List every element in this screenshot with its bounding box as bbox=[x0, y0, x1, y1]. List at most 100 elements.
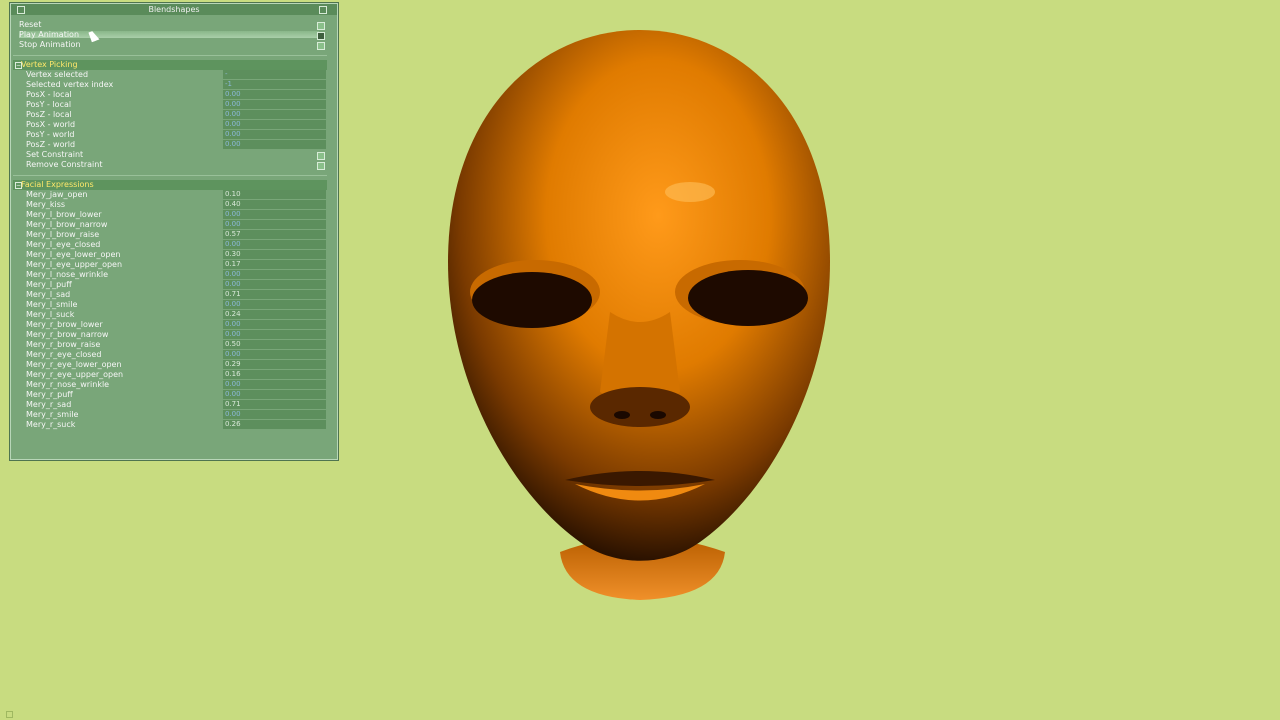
vp-value-field[interactable]: 0.00 bbox=[223, 130, 326, 139]
expression-value-field[interactable]: 0.00 bbox=[223, 240, 326, 249]
vp-value-field[interactable]: -1 bbox=[223, 80, 326, 89]
reset-button-icon[interactable] bbox=[317, 22, 325, 30]
panel-title: Blendshapes bbox=[148, 5, 200, 14]
expression-label: Mery_kiss bbox=[26, 200, 66, 209]
expression-value-field[interactable]: 0.26 bbox=[223, 420, 326, 429]
expression-label: Mery_l_puff bbox=[26, 280, 72, 289]
right-eye bbox=[688, 270, 808, 326]
expression-row: Mery_kiss 0.40 bbox=[11, 200, 327, 210]
panel-titlebar[interactable]: Blendshapes bbox=[11, 4, 337, 15]
vp-row: PosX - world 0.00 bbox=[11, 120, 327, 130]
expression-row: Mery_jaw_open 0.10 bbox=[11, 190, 327, 200]
resize-handle-icon[interactable] bbox=[6, 711, 13, 718]
expression-value-field[interactable]: 0.00 bbox=[223, 380, 326, 389]
expression-row: Mery_r_smile 0.00 bbox=[11, 410, 327, 420]
expression-value-field[interactable]: 0.00 bbox=[223, 320, 326, 329]
remove-constraint-icon[interactable] bbox=[317, 162, 325, 170]
3d-head-viewport[interactable] bbox=[440, 22, 840, 602]
stop-animation-button[interactable]: Stop Animation bbox=[11, 40, 327, 50]
expression-label: Mery_l_eye_upper_open bbox=[26, 260, 123, 269]
expression-value-field[interactable]: 0.24 bbox=[223, 310, 326, 319]
expression-label: Mery_r_puff bbox=[26, 390, 73, 399]
vp-label: PosY - local bbox=[26, 100, 72, 109]
expression-value-field[interactable]: 0.29 bbox=[223, 360, 326, 369]
expression-row: Mery_r_eye_closed 0.00 bbox=[11, 350, 327, 360]
expression-value-field[interactable]: 0.10 bbox=[223, 190, 326, 199]
play-animation-button-icon[interactable] bbox=[317, 32, 325, 40]
expression-value-field[interactable]: 0.71 bbox=[223, 290, 326, 299]
expression-label: Mery_l_nose_wrinkle bbox=[26, 270, 109, 279]
expression-label: Mery_r_eye_closed bbox=[26, 350, 102, 359]
vp-value-field[interactable]: 0.00 bbox=[223, 120, 326, 129]
expression-value-field[interactable]: 0.57 bbox=[223, 230, 326, 239]
expression-row: Mery_l_brow_raise 0.57 bbox=[11, 230, 327, 240]
set-constraint-icon[interactable] bbox=[317, 152, 325, 160]
stop-animation-button-icon[interactable] bbox=[317, 42, 325, 50]
expression-label: Mery_l_brow_narrow bbox=[26, 220, 108, 229]
remove-constraint-button[interactable]: Remove Constraint bbox=[11, 160, 327, 170]
expression-value-field[interactable]: 0.40 bbox=[223, 200, 326, 209]
vertex-picking-section[interactable]: − Vertex Picking bbox=[13, 60, 327, 70]
expression-row: Mery_r_sad 0.71 bbox=[11, 400, 327, 410]
panel-menu-icon[interactable] bbox=[17, 6, 25, 14]
expression-label: Mery_l_brow_lower bbox=[26, 210, 102, 219]
expression-row: Mery_r_suck 0.26 bbox=[11, 420, 327, 430]
vp-label: Vertex selected bbox=[26, 70, 89, 79]
expression-value-field[interactable]: 0.71 bbox=[223, 400, 326, 409]
panel-minimize-icon[interactable] bbox=[319, 6, 327, 14]
vp-row: PosY - local 0.00 bbox=[11, 100, 327, 110]
expression-label: Mery_r_smile bbox=[26, 410, 79, 419]
expression-label: Mery_l_brow_raise bbox=[26, 230, 100, 239]
expression-value-field[interactable]: 0.00 bbox=[223, 300, 326, 309]
expression-value-field[interactable]: 0.00 bbox=[223, 390, 326, 399]
vp-value-field[interactable]: 0.00 bbox=[223, 100, 326, 109]
expression-value-field[interactable]: 0.30 bbox=[223, 250, 326, 259]
expression-row: Mery_l_puff 0.00 bbox=[11, 280, 327, 290]
expression-value-field[interactable]: 0.00 bbox=[223, 330, 326, 339]
expression-row: Mery_l_eye_upper_open 0.17 bbox=[11, 260, 327, 270]
facial-expressions-section[interactable]: − Facial Expressions bbox=[13, 180, 327, 190]
expression-label: Mery_l_eye_lower_open bbox=[26, 250, 121, 259]
expression-label: Mery_l_sad bbox=[26, 290, 71, 299]
reset-button[interactable]: Reset bbox=[11, 20, 327, 30]
expression-row: Mery_r_brow_raise 0.50 bbox=[11, 340, 327, 350]
expression-value-field[interactable]: 0.00 bbox=[223, 350, 326, 359]
expression-row: Mery_r_eye_lower_open 0.29 bbox=[11, 360, 327, 370]
expression-value-field[interactable]: 0.00 bbox=[223, 220, 326, 229]
vp-row: PosZ - world 0.00 bbox=[11, 140, 327, 150]
expression-label: Mery_r_eye_lower_open bbox=[26, 360, 122, 369]
expression-value-field[interactable]: 0.17 bbox=[223, 260, 326, 269]
set-constraint-button[interactable]: Set Constraint bbox=[11, 150, 327, 160]
expression-value-field[interactable]: 0.50 bbox=[223, 340, 326, 349]
vp-value-field[interactable]: - bbox=[223, 70, 326, 79]
vp-value-field[interactable]: 0.00 bbox=[223, 140, 326, 149]
vp-row: PosX - local 0.00 bbox=[11, 90, 327, 100]
vp-value-field[interactable]: 0.00 bbox=[223, 110, 326, 119]
vp-row: PosY - world 0.00 bbox=[11, 130, 327, 140]
expression-label: Mery_jaw_open bbox=[26, 190, 88, 199]
vp-row: PosZ - local 0.00 bbox=[11, 110, 327, 120]
vp-label: PosZ - local bbox=[26, 110, 72, 119]
vp-label: PosX - local bbox=[26, 90, 72, 99]
expression-row: Mery_l_eye_closed 0.00 bbox=[11, 240, 327, 250]
nose bbox=[590, 387, 690, 427]
vp-value-field[interactable]: 0.00 bbox=[223, 90, 326, 99]
expression-row: Mery_r_eye_upper_open 0.16 bbox=[11, 370, 327, 380]
expression-value-field[interactable]: 0.00 bbox=[223, 410, 326, 419]
expression-row: Mery_r_brow_narrow 0.00 bbox=[11, 330, 327, 340]
expression-label: Mery_r_sad bbox=[26, 400, 72, 409]
expression-row: Mery_l_brow_narrow 0.00 bbox=[11, 220, 327, 230]
left-nostril bbox=[614, 411, 630, 419]
expression-value-field[interactable]: 0.00 bbox=[223, 280, 326, 289]
expression-label: Mery_r_brow_lower bbox=[26, 320, 103, 329]
expression-label: Mery_r_suck bbox=[26, 420, 76, 429]
expression-value-field[interactable]: 0.00 bbox=[223, 210, 326, 219]
vp-label: PosZ - world bbox=[26, 140, 76, 149]
expression-label: Mery_l_smile bbox=[26, 300, 78, 309]
expression-value-field[interactable]: 0.16 bbox=[223, 370, 326, 379]
play-animation-button[interactable]: Play Animation bbox=[11, 30, 327, 40]
blendshapes-panel: Blendshapes Reset Play Animation Stop An… bbox=[10, 3, 338, 460]
vp-row: Selected vertex index -1 bbox=[11, 80, 327, 90]
expression-label: Mery_r_brow_raise bbox=[26, 340, 101, 349]
expression-value-field[interactable]: 0.00 bbox=[223, 270, 326, 279]
